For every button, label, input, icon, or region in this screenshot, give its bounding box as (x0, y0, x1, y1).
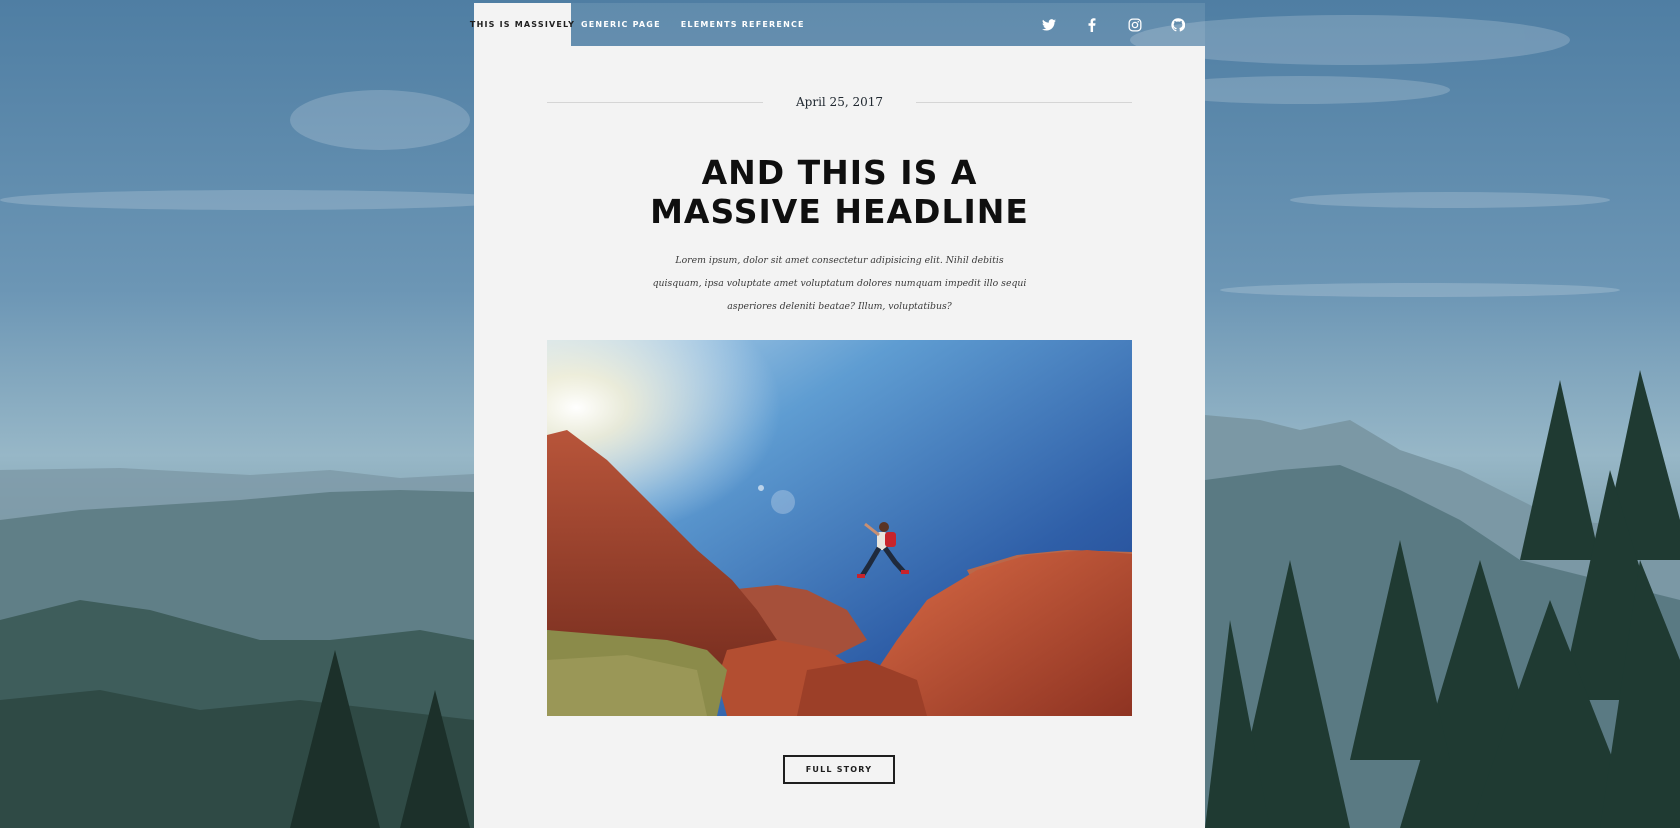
featured-post: April 25, 2017 AND THIS IS A MASSIVE HEA… (474, 46, 1205, 828)
nav-link-generic-page[interactable]: GENERIC PAGE (571, 3, 671, 46)
github-icon[interactable] (1171, 17, 1185, 32)
instagram-icon[interactable] (1128, 18, 1142, 32)
top-nav: THIS IS MASSIVELY GENERIC PAGE ELEMENTS … (470, 3, 1205, 46)
twitter-icon[interactable] (1042, 18, 1056, 32)
date-divider-right (916, 102, 1132, 103)
post-date-row: April 25, 2017 (547, 92, 1132, 112)
post-headline[interactable]: AND THIS IS A MASSIVE HEADLINE (474, 153, 1205, 231)
date-divider-left (547, 102, 763, 103)
post-date: April 25, 2017 (795, 95, 883, 109)
social-icons (1042, 3, 1185, 46)
nav-link-this-is-massively[interactable]: THIS IS MASSIVELY (470, 3, 574, 46)
facebook-icon[interactable] (1085, 17, 1099, 32)
full-story-button[interactable]: FULL STORY (783, 755, 895, 784)
main-wrapper: THIS IS MASSIVELY GENERIC PAGE ELEMENTS … (470, 3, 1205, 828)
post-excerpt: Lorem ipsum, dolor sit amet consectetur … (652, 255, 1027, 312)
headline-line-1[interactable]: AND THIS IS A (474, 153, 1205, 192)
headline-line-2[interactable]: MASSIVE HEADLINE (474, 192, 1205, 231)
nav-link-elements-reference[interactable]: ELEMENTS REFERENCE (671, 3, 815, 46)
post-image[interactable] (547, 340, 1132, 716)
